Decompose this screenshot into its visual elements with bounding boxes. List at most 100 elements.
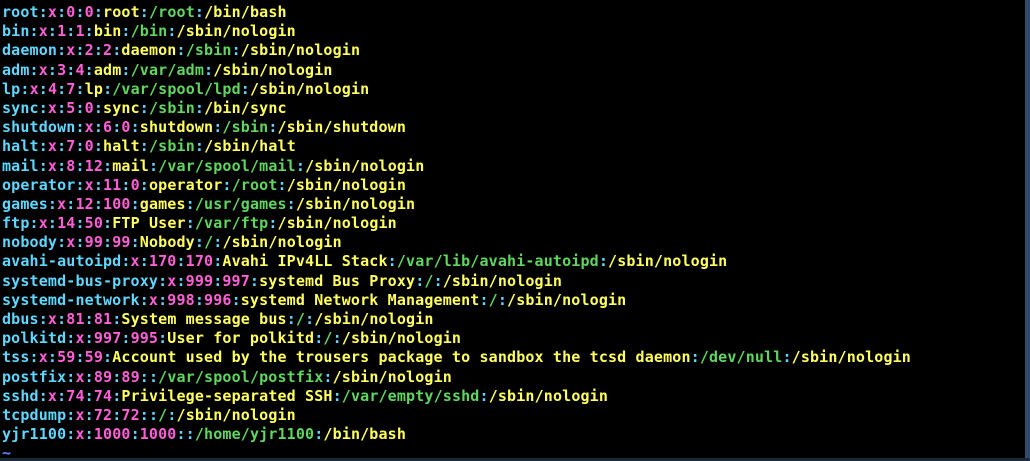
window-border-right: [1025, 0, 1030, 461]
field-separator: :: [158, 271, 168, 290]
passwd-field-uid: 3: [57, 60, 67, 79]
field-separator: :: [194, 98, 205, 117]
passwd-field-home-dir: /: [158, 405, 168, 424]
field-separator: :: [75, 348, 85, 367]
field-separator: :: [75, 98, 85, 117]
field-separator: :: [185, 214, 195, 233]
passwd-field-username: systemd-network: [2, 290, 140, 309]
passwd-field-gid: 12: [84, 156, 104, 175]
passwd-field-shell: /sbin/nologin: [249, 79, 370, 98]
passwd-line: sync:x:5:0:sync:/sbin:/bin/sync: [2, 99, 1024, 118]
field-separator: :: [75, 233, 85, 252]
field-separator: :: [332, 329, 342, 348]
field-separator: :: [29, 60, 39, 79]
passwd-field-gid: 100: [103, 194, 131, 213]
passwd-field-home-dir: /: [424, 271, 434, 290]
field-separator: :: [84, 329, 94, 348]
passwd-line: halt:x:7:0:halt:/sbin:/sbin/halt: [2, 137, 1024, 156]
passwd-field-shell: /sbin/nologin: [488, 386, 609, 405]
terminal-window[interactable]: root:x:0:0:root:/root:/bin/bash bin:x:1:1…: [2, 3, 1024, 455]
passwd-field-gecos: Privilege-separated SSH: [121, 386, 333, 405]
field-separator: :: [231, 41, 241, 60]
passwd-field-home-dir: /var/adm: [130, 60, 205, 79]
field-separator: :: [314, 329, 324, 348]
field-separator: :: [139, 137, 149, 156]
field-separator: :: [75, 118, 85, 137]
passwd-field-shell: /sbin/nologin: [305, 156, 425, 175]
field-separator: :: [782, 348, 792, 367]
field-separator: :: [176, 41, 186, 60]
passwd-field-username: polkitd: [2, 329, 67, 348]
passwd-field-username: daemon: [2, 41, 58, 60]
field-separator: :: [139, 290, 149, 309]
field-separator: :: [57, 386, 67, 405]
passwd-field-gid: 0: [121, 118, 131, 137]
passwd-line: nobody:x:99:99:Nobody:/:/sbin/nologin: [2, 233, 1024, 252]
passwd-line: daemon:x:2:2:daemon:/sbin:/sbin/nologin: [2, 41, 1024, 60]
field-separator: :: [75, 3, 85, 21]
field-separator: :: [38, 310, 48, 328]
passwd-line: tss:x:59:59:Account used by the trousers…: [2, 348, 1024, 367]
field-separator: :: [139, 367, 149, 386]
field-separator: :: [433, 271, 443, 290]
field-separator: :: [286, 194, 296, 213]
passwd-field-gecos: operator: [148, 175, 223, 194]
passwd-field-shell: /sbin/nologin: [277, 214, 397, 233]
field-separator: :: [84, 367, 94, 386]
passwd-field-home-dir: /var/ftp: [194, 214, 269, 233]
field-separator: :: [103, 156, 113, 175]
passwd-field-home-dir: /var/lib/avahi-autoipd: [396, 252, 599, 271]
field-separator: :: [185, 194, 195, 213]
field-separator: :: [84, 425, 94, 444]
passwd-field-home-dir: /var/spool/postfix: [158, 367, 324, 386]
passwd-field-shell: /sbin/nologin: [213, 60, 333, 79]
passwd-field-uid: 998: [167, 290, 195, 309]
passwd-field-shell: /sbin/shutdown: [277, 118, 407, 137]
field-separator: :: [167, 405, 177, 424]
field-separator: :: [387, 252, 397, 271]
passwd-line: systemd-network:x:998:996:systemd Networ…: [2, 291, 1024, 310]
passwd-field-gid: 50: [84, 214, 104, 233]
passwd-field-gecos: root: [103, 3, 140, 21]
field-separator: :: [130, 233, 140, 252]
passwd-field-home-dir: /: [295, 310, 306, 328]
passwd-field-home-dir: /home/yjr1100: [194, 425, 315, 444]
field-separator: :: [112, 367, 122, 386]
field-separator: :: [194, 137, 205, 156]
passwd-field-uid: 72: [93, 405, 113, 424]
passwd-field-shell: /sbin/nologin: [341, 329, 462, 348]
field-separator: :: [497, 290, 508, 309]
passwd-line: ftp:x:14:50:FTP User:/var/ftp:/sbin/nolo…: [2, 214, 1024, 233]
passwd-field-gecos: games: [139, 194, 186, 213]
passwd-field-username: halt: [2, 137, 39, 156]
field-separator: :: [57, 41, 67, 60]
passwd-line: yjr1100:x:1000:1000::/home/yjr1100:/bin/…: [2, 425, 1024, 444]
field-separator: :: [47, 348, 58, 367]
field-separator: :: [130, 118, 140, 137]
passwd-field-username: avahi-autoipd: [2, 252, 122, 271]
passwd-field-gid: 0: [84, 137, 94, 156]
field-separator: :: [29, 22, 39, 41]
passwd-field-home-dir: /var/empty/sshd: [341, 386, 480, 405]
field-separator: :: [93, 118, 104, 137]
passwd-field-home-dir: /: [323, 329, 333, 348]
field-separator: :: [130, 425, 140, 444]
field-separator: :: [305, 310, 315, 328]
passwd-field-gid: 996: [204, 290, 232, 309]
field-separator: :: [185, 425, 195, 444]
passwd-field-shell: /sbin/nologin: [222, 233, 342, 252]
passwd-field-username: sshd: [2, 386, 39, 405]
field-separator: :: [93, 98, 104, 117]
field-separator: :: [93, 41, 104, 60]
passwd-field-gid: 997: [222, 271, 250, 290]
field-separator: :: [176, 425, 186, 444]
field-separator: :: [103, 214, 113, 233]
passwd-field-gid: 7: [66, 79, 76, 98]
field-separator: :: [75, 137, 85, 156]
passwd-field-gid: 1: [75, 22, 85, 41]
passwd-field-home-dir: /usr/games: [194, 194, 287, 213]
field-separator: :: [57, 233, 67, 252]
passwd-field-gid: 4: [75, 60, 85, 79]
field-separator: :: [57, 137, 67, 156]
passwd-field-username: postfix: [2, 367, 67, 386]
